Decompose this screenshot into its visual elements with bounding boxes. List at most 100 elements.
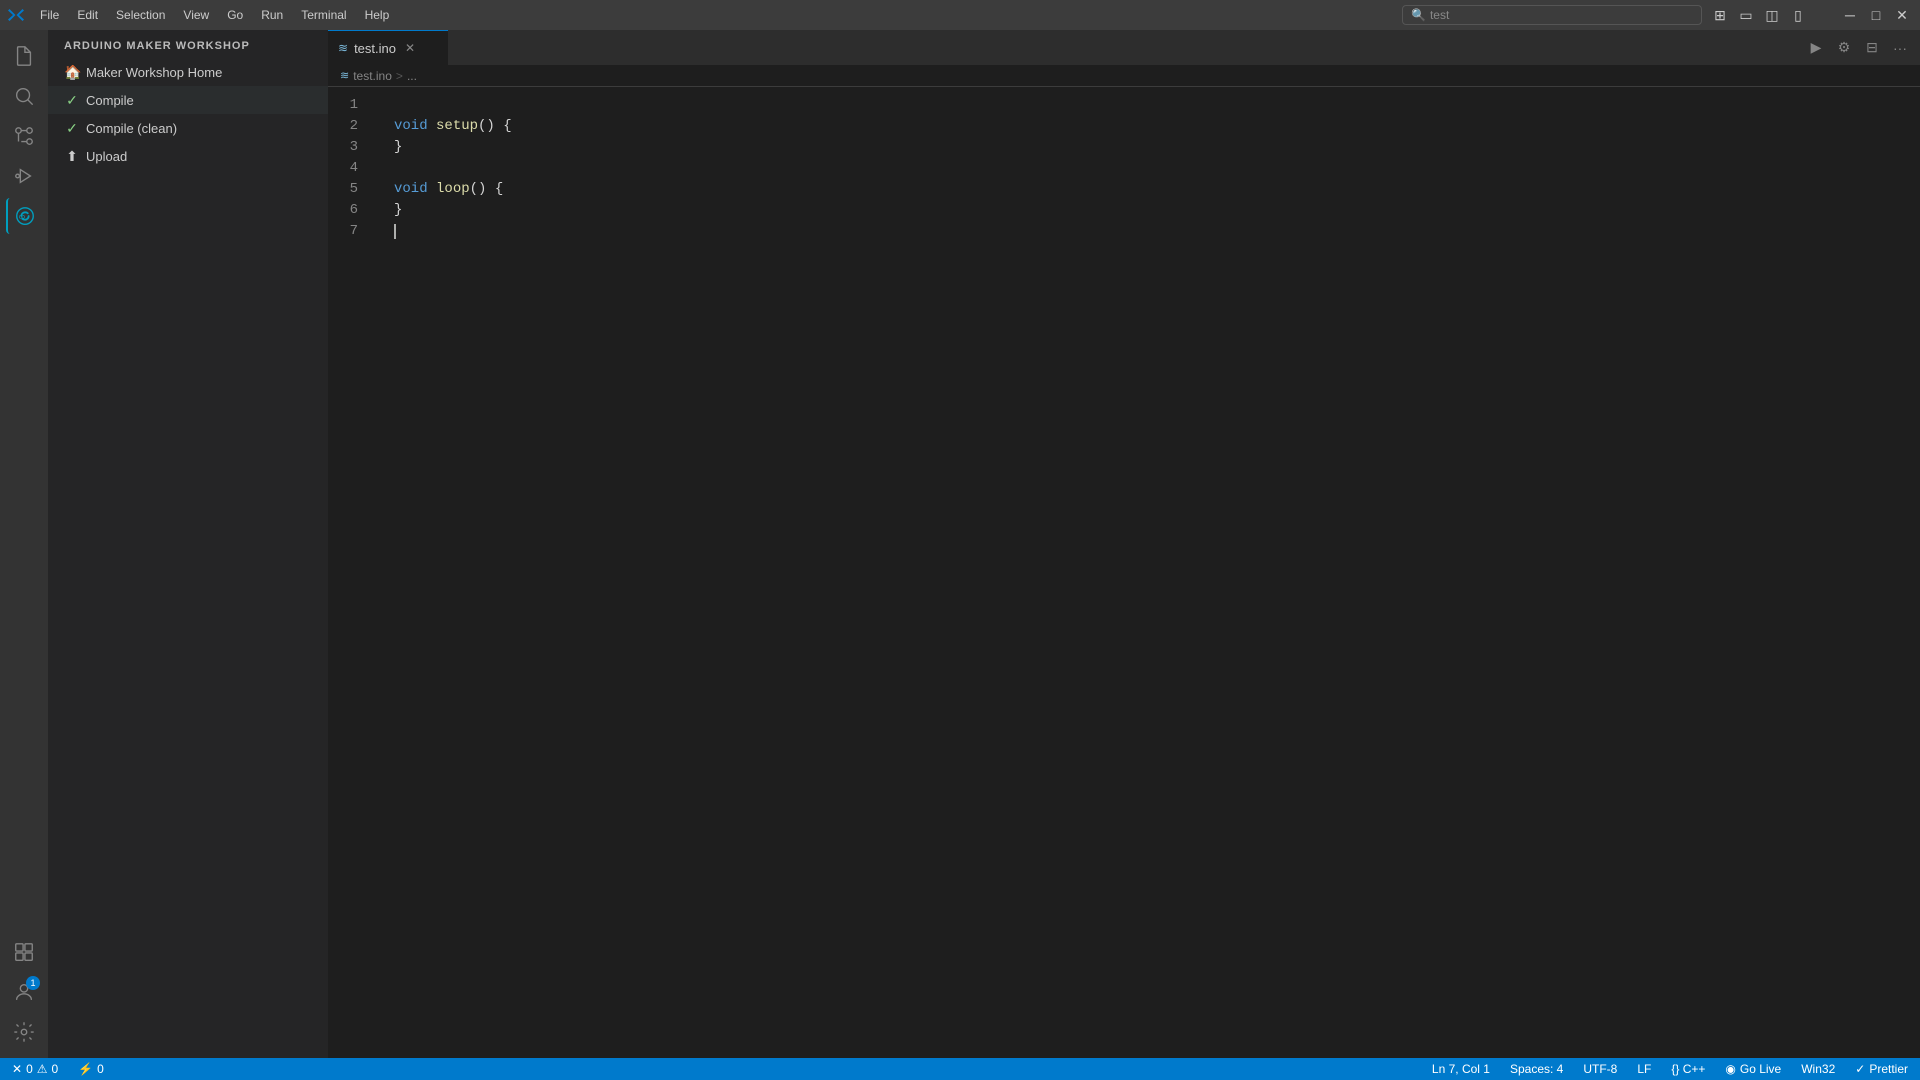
status-encoding-label: UTF-8 — [1583, 1062, 1617, 1076]
close-button[interactable]: ✕ — [1892, 5, 1912, 25]
more-actions-button[interactable]: ··· — [1888, 36, 1912, 60]
status-golive[interactable]: ◉ Go Live — [1721, 1058, 1785, 1080]
maximize-button[interactable]: □ — [1866, 5, 1886, 25]
title-search-container[interactable]: 🔍 test — [1402, 5, 1702, 25]
activity-settings[interactable] — [6, 1014, 42, 1050]
sidebar-header: ARDUINO MAKER WORKSHOP — [48, 30, 328, 58]
line-num-4: 4 — [328, 158, 366, 179]
activity-run-debug[interactable] — [6, 158, 42, 194]
line-num-3: 3 — [328, 137, 366, 158]
status-prettier-icon: ✓ — [1855, 1062, 1865, 1076]
code-editor[interactable]: 1 2 3 4 5 6 7 void setup() { } void loop… — [328, 87, 1920, 1058]
menu-bar: File Edit Selection View Go Run Terminal… — [32, 6, 1394, 24]
breadcrumb-file-icon: ≋ — [340, 69, 349, 82]
main-layout: ∞ 1 — [0, 30, 1920, 1058]
editor-settings-button[interactable]: ⚙ — [1832, 36, 1856, 60]
port-icon: ⚡ — [78, 1062, 93, 1076]
menu-terminal[interactable]: Terminal — [293, 6, 354, 24]
tab-file-icon: ≋ — [338, 41, 348, 55]
func-loop: loop — [436, 179, 470, 200]
status-spaces-label: Spaces: 4 — [1510, 1062, 1563, 1076]
activity-source-control[interactable] — [6, 118, 42, 154]
sidebar-item-compile-clean[interactable]: ✓ Compile (clean) — [48, 114, 328, 142]
breadcrumb-separator: > — [396, 69, 403, 83]
status-golive-icon: ◉ — [1725, 1062, 1735, 1076]
tab-close-button[interactable]: ✕ — [402, 40, 418, 56]
editor-layout-button[interactable]: ⊟ — [1860, 36, 1884, 60]
activity-extensions[interactable] — [6, 934, 42, 970]
menu-go[interactable]: Go — [219, 6, 251, 24]
activity-account[interactable]: 1 — [6, 974, 42, 1010]
layout-toggle-icon[interactable]: ⊞ — [1710, 5, 1730, 25]
code-content[interactable]: void setup () { } void loop() { } — [378, 87, 1920, 1058]
activity-bar: ∞ 1 — [0, 30, 48, 1058]
status-encoding[interactable]: UTF-8 — [1579, 1058, 1621, 1080]
brace-close-2: } — [394, 200, 402, 221]
warning-icon: ⚠ — [37, 1062, 48, 1076]
status-port[interactable]: ⚡ 0 — [74, 1058, 108, 1080]
port-count: 0 — [97, 1062, 104, 1076]
keyword-void-2: void — [394, 179, 428, 200]
sidebar: ARDUINO MAKER WORKSHOP 🏠 Maker Workshop … — [48, 30, 328, 1058]
breadcrumb-filename[interactable]: test.ino — [353, 69, 392, 83]
breadcrumb: ≋ test.ino > ... — [328, 65, 1920, 87]
search-text: test — [1430, 8, 1449, 22]
brace-close-1: } — [394, 137, 402, 158]
menu-edit[interactable]: Edit — [69, 6, 106, 24]
status-golive-label: Go Live — [1740, 1062, 1781, 1076]
error-count: 0 — [26, 1062, 33, 1076]
status-language-label: {} C++ — [1671, 1062, 1705, 1076]
status-prettier-label: Prettier — [1869, 1062, 1908, 1076]
status-platform-label: Win32 — [1801, 1062, 1835, 1076]
home-icon: 🏠 — [64, 64, 80, 81]
sidebar-toggle-icon[interactable]: ◫ — [1762, 5, 1782, 25]
panel-toggle-icon[interactable]: ▭ — [1736, 5, 1756, 25]
status-bar: ✕ 0 ⚠ 0 ⚡ 0 Ln 7, Col 1 Spaces: 4 UTF-8 … — [0, 1058, 1920, 1080]
tab-bar-actions: ▶ ⚙ ⊟ ··· — [1796, 30, 1920, 65]
activity-explorer[interactable] — [6, 38, 42, 74]
sidebar-item-compile[interactable]: ✓ Compile — [48, 86, 328, 114]
run-split-button[interactable]: ▶ — [1804, 36, 1828, 60]
menu-help[interactable]: Help — [357, 6, 398, 24]
panel-right-icon[interactable]: ▯ — [1788, 5, 1808, 25]
func-setup: setup — [436, 116, 478, 137]
cursor-container — [394, 224, 396, 239]
menu-view[interactable]: View — [175, 6, 217, 24]
sidebar-item-compile-label: Compile — [86, 93, 134, 108]
code-line-5: void loop() { — [394, 179, 1920, 200]
tab-filename: test.ino — [354, 41, 396, 56]
status-eol-label: LF — [1637, 1062, 1651, 1076]
minimize-button[interactable]: ─ — [1840, 5, 1860, 25]
status-platform[interactable]: Win32 — [1797, 1058, 1839, 1080]
account-badge: 1 — [26, 976, 40, 990]
check-icon-compile-clean: ✓ — [64, 120, 80, 137]
status-position[interactable]: Ln 7, Col 1 — [1428, 1058, 1494, 1080]
svg-text:∞: ∞ — [19, 212, 26, 222]
menu-file[interactable]: File — [32, 6, 67, 24]
tab-bar: ≋ test.ino ✕ ▶ ⚙ ⊟ ··· — [328, 30, 1920, 65]
code-line-1 — [394, 95, 1920, 116]
line-num-7: 7 — [328, 221, 366, 242]
status-spaces[interactable]: Spaces: 4 — [1506, 1058, 1567, 1080]
check-icon-compile: ✓ — [64, 92, 80, 109]
editor-tab-test-ino[interactable]: ≋ test.ino ✕ — [328, 30, 448, 65]
line-num-1: 1 — [328, 95, 366, 116]
line-num-2: 2 — [328, 116, 366, 137]
paren-open-2: () { — [470, 179, 504, 200]
warning-count: 0 — [52, 1062, 59, 1076]
menu-selection[interactable]: Selection — [108, 6, 173, 24]
code-line-4 — [394, 158, 1920, 179]
activity-arduino[interactable]: ∞ — [6, 198, 42, 234]
menu-run[interactable]: Run — [253, 6, 291, 24]
line-num-5: 5 — [328, 179, 366, 200]
activity-bottom: 1 — [6, 934, 42, 1058]
breadcrumb-more[interactable]: ... — [407, 69, 417, 83]
status-language[interactable]: {} C++ — [1667, 1058, 1709, 1080]
vscode-logo-icon — [8, 7, 24, 23]
status-errors[interactable]: ✕ 0 ⚠ 0 — [8, 1058, 62, 1080]
sidebar-item-upload[interactable]: ⬆ Upload — [48, 142, 328, 170]
activity-search[interactable] — [6, 78, 42, 114]
status-eol[interactable]: LF — [1633, 1058, 1655, 1080]
sidebar-item-home[interactable]: 🏠 Maker Workshop Home — [48, 58, 328, 86]
status-prettier[interactable]: ✓ Prettier — [1851, 1058, 1912, 1080]
